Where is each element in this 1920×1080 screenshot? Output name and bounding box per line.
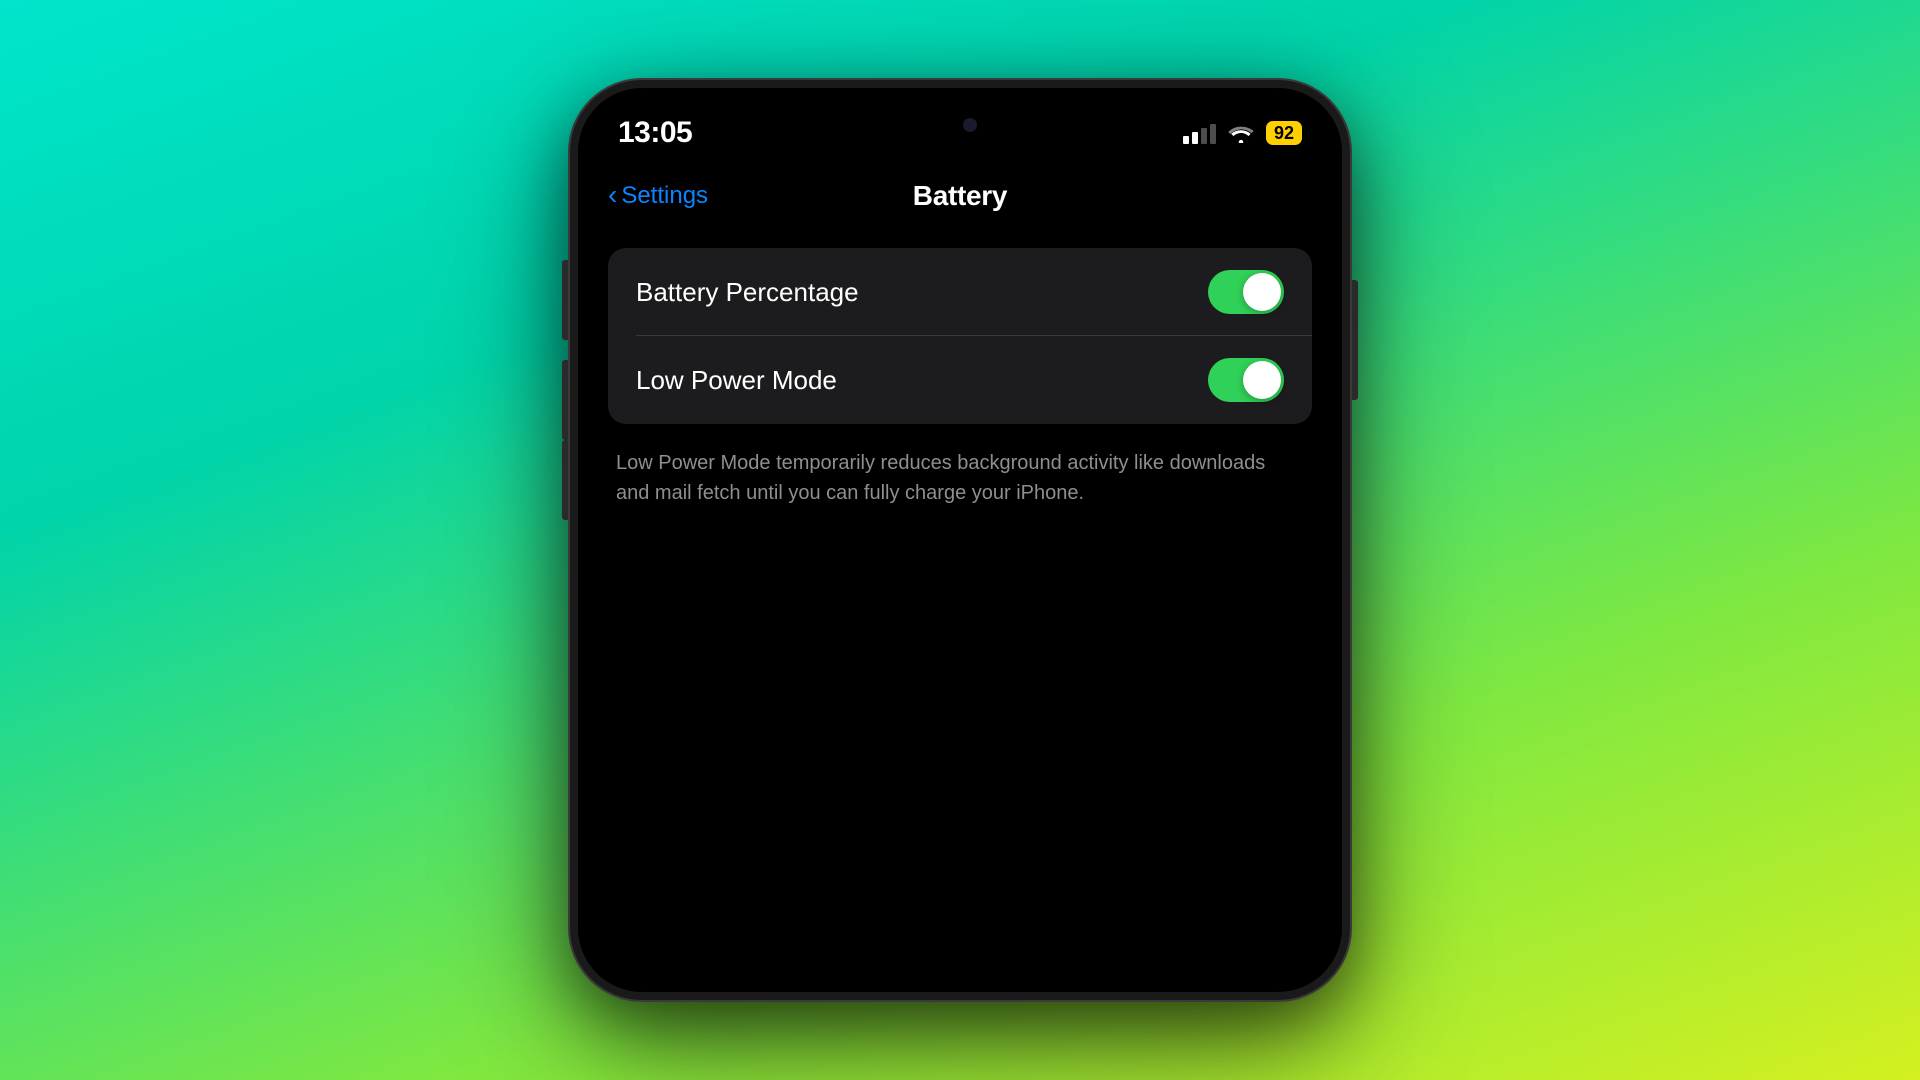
camera-dot: [963, 118, 977, 132]
content-area: Battery Percentage Low Power Mode: [578, 228, 1342, 992]
low-power-mode-row: Low Power Mode: [608, 336, 1312, 424]
phone-wrapper: 13:05: [570, 80, 1350, 1000]
page-title: Battery: [913, 180, 1007, 212]
signal-bars-icon: [1183, 122, 1216, 144]
back-button[interactable]: ‹ Settings: [608, 182, 708, 210]
settings-group: Battery Percentage Low Power Mode: [608, 248, 1312, 424]
battery-percentage-row: Battery Percentage: [608, 248, 1312, 336]
low-power-mode-description: Low Power Mode temporarily reduces backg…: [608, 436, 1312, 508]
back-chevron-icon: ‹: [608, 181, 617, 209]
signal-bar-3: [1201, 128, 1207, 144]
back-label: Settings: [621, 182, 708, 210]
phone-screen: 13:05: [578, 88, 1342, 992]
nav-header: ‹ Settings Battery: [578, 160, 1342, 228]
battery-percentage-badge: 92: [1266, 121, 1302, 145]
battery-percentage-toggle[interactable]: [1208, 270, 1284, 314]
status-right: 92: [1183, 121, 1302, 145]
wifi-icon: [1228, 123, 1254, 143]
signal-bar-1: [1183, 136, 1189, 144]
status-time: 13:05: [618, 116, 692, 150]
low-power-mode-label: Low Power Mode: [636, 365, 837, 396]
signal-bar-4: [1210, 124, 1216, 144]
battery-percentage-label: Battery Percentage: [636, 277, 859, 308]
battery-indicator: 92: [1266, 121, 1302, 145]
dynamic-island: [880, 104, 1040, 146]
toggle-thumb-2: [1243, 361, 1281, 399]
signal-bar-2: [1192, 132, 1198, 144]
low-power-mode-toggle[interactable]: [1208, 358, 1284, 402]
toggle-thumb: [1243, 273, 1281, 311]
phone-frame: 13:05: [570, 80, 1350, 1000]
